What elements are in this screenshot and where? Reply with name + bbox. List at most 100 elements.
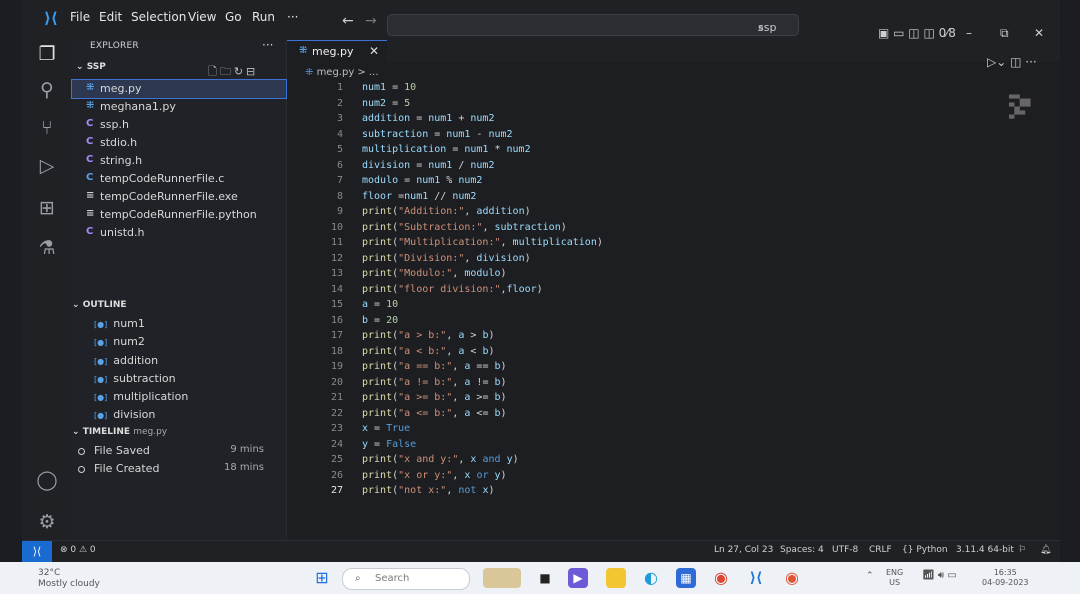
code-line[interactable]: 8 floor =num1 // num2 bbox=[287, 191, 1060, 206]
code-line[interactable]: 26 print("x or y:", x or y) bbox=[287, 470, 1060, 485]
file-unistd-h[interactable]: C unistd.h bbox=[72, 224, 286, 242]
code-line[interactable]: 3 addition = num1 + num2 bbox=[287, 113, 1060, 128]
code-line[interactable]: 17 print("a > b:", a > b) bbox=[287, 330, 1060, 345]
outline-item[interactable]: [●] subtraction bbox=[94, 372, 176, 385]
code-line[interactable]: 25 print("x and y:", x and y) bbox=[287, 454, 1060, 469]
indentation[interactable]: Spaces: 4 bbox=[780, 545, 824, 555]
command-center-search[interactable]: ⌕ ssp bbox=[387, 14, 799, 36]
code-line[interactable]: 16 b = 20 bbox=[287, 315, 1060, 330]
clock[interactable]: 16:35 04-09-2023 bbox=[982, 568, 1029, 588]
code-line[interactable]: 9 print("Addition:", addition) bbox=[287, 206, 1060, 221]
menu-go[interactable]: Go bbox=[225, 10, 242, 24]
menu-view[interactable]: View bbox=[188, 10, 216, 24]
taskbar-search[interactable]: ⌕ Search bbox=[342, 568, 470, 590]
language-indicator[interactable]: ENG US bbox=[886, 568, 903, 588]
file-tempcoderunner-exe[interactable]: ≡ tempCodeRunnerFile.exe bbox=[72, 188, 286, 206]
file-tempcoderunner-c[interactable]: C tempCodeRunnerFile.c bbox=[72, 170, 286, 188]
back-arrow-icon[interactable]: ← bbox=[342, 13, 354, 29]
folder-ssp[interactable]: ⌄ SSP bbox=[76, 62, 106, 72]
code-line[interactable]: 14 print("floor division:",floor) bbox=[287, 284, 1060, 299]
python-interpreter[interactable]: 3.11.4 64-bit bbox=[956, 545, 1014, 555]
file-meg-py[interactable]: ⁜ meg.py bbox=[71, 79, 287, 99]
explorer-icon[interactable]: ❐ bbox=[35, 42, 59, 66]
code-line[interactable]: 22 print("a <= b:", a <= b) bbox=[287, 408, 1060, 423]
cursor-position[interactable]: Ln 27, Col 23 bbox=[714, 545, 773, 555]
outline-item[interactable]: [●] multiplication bbox=[94, 390, 188, 403]
menu-edit[interactable]: Edit bbox=[99, 10, 122, 24]
code-line[interactable]: 27 print("not x:", not x) bbox=[287, 485, 1060, 500]
file-ssp-h[interactable]: C ssp.h bbox=[72, 116, 286, 134]
weather-widget[interactable]: 32°C Mostly cloudy bbox=[38, 568, 100, 590]
outline-item[interactable]: [●] division bbox=[94, 408, 155, 421]
code-line[interactable]: 24 y = False bbox=[287, 439, 1060, 454]
code-line[interactable]: 10 print("Subtraction:", subtraction) bbox=[287, 222, 1060, 237]
file-meghana1-py[interactable]: ⁜ meghana1.py bbox=[72, 98, 286, 116]
language-mode[interactable]: {} Python bbox=[902, 545, 948, 555]
code-line[interactable]: 1 num1 = 10 bbox=[287, 82, 1060, 97]
restore-icon[interactable]: ⧉ bbox=[1000, 26, 1009, 41]
store-icon[interactable]: ▦ bbox=[676, 568, 696, 588]
outline-item[interactable]: [●] addition bbox=[94, 354, 158, 367]
remote-icon[interactable]: ⟩⟨ bbox=[22, 541, 52, 563]
account-icon[interactable]: ◯ bbox=[35, 468, 59, 492]
edge-browser-icon[interactable]: ◐ bbox=[641, 568, 661, 588]
outline-item[interactable]: [●] num2 bbox=[94, 335, 145, 348]
tray-chevron-up-icon[interactable]: ⌃ bbox=[866, 571, 874, 581]
code-line[interactable]: 11 print("Multiplication:", multiplicatio… bbox=[287, 237, 1060, 252]
code-line[interactable]: 7 modulo = num1 % num2 bbox=[287, 175, 1060, 190]
file-explorer-icon[interactable] bbox=[606, 568, 626, 588]
outline-item[interactable]: [●] num1 bbox=[94, 317, 145, 330]
close-window-icon[interactable]: ✕ bbox=[1034, 26, 1044, 40]
code-line[interactable]: 12 print("Division:", division) bbox=[287, 253, 1060, 268]
tab-meg-py[interactable]: ⁜ meg.py ✕ bbox=[287, 40, 387, 63]
code-line[interactable]: 5 multiplication = num1 * num2 bbox=[287, 144, 1060, 159]
timeline-item[interactable]: File Saved 9 mins bbox=[78, 444, 278, 457]
minimize-icon[interactable]: – bbox=[966, 26, 972, 40]
search-view-icon[interactable]: ⚲ bbox=[35, 78, 59, 102]
settings-gear-icon[interactable]: ⚙ bbox=[35, 510, 59, 534]
encoding[interactable]: UTF-8 bbox=[832, 545, 858, 555]
chrome-icon[interactable]: ◉ bbox=[711, 568, 731, 588]
code-line[interactable]: 18 print("a < b:", a < b) bbox=[287, 346, 1060, 361]
layout-toggles-icon[interactable]: ▣ ▭ ◫ ◫ 0⁄8 bbox=[878, 26, 956, 40]
run-split-more-icons[interactable]: ▷⌄ ◫ ··· bbox=[987, 55, 1037, 69]
timeline-section[interactable]: ⌄ TIMELINE meg.py bbox=[72, 427, 167, 437]
code-line[interactable]: 13 print("Modulo:", modulo) bbox=[287, 268, 1060, 283]
menu-selection[interactable]: Selection bbox=[131, 10, 186, 24]
code-line[interactable]: 21 print("a >= b:", a >= b) bbox=[287, 392, 1060, 407]
code-line[interactable]: 4 subtraction = num1 - num2 bbox=[287, 129, 1060, 144]
extensions-icon[interactable]: ⊞ bbox=[35, 196, 59, 220]
problems-indicator[interactable]: ⊗ 0 ⚠ 0 bbox=[60, 545, 96, 555]
task-view-icon[interactable]: ■ bbox=[535, 568, 555, 588]
notifications-bell-icon[interactable]: 🔔︎ bbox=[1040, 545, 1051, 555]
menu-run[interactable]: Run bbox=[252, 10, 275, 24]
timeline-item[interactable]: File Created 18 mins bbox=[78, 462, 278, 475]
file-stdio-h[interactable]: C stdio.h bbox=[72, 134, 286, 152]
close-tab-icon[interactable]: ✕ bbox=[369, 44, 379, 58]
teams-chat-icon[interactable]: ▶ bbox=[568, 568, 588, 588]
end-of-line[interactable]: CRLF bbox=[869, 545, 892, 555]
vscode-taskbar-icon[interactable]: ⟩⟨ bbox=[746, 568, 766, 588]
explorer-more-icon[interactable]: ··· bbox=[262, 38, 273, 52]
code-line[interactable]: 15 a = 10 bbox=[287, 299, 1060, 314]
code-line[interactable]: 20 print("a != b:", a != b) bbox=[287, 377, 1060, 392]
chrome-user-icon[interactable]: ◉ bbox=[782, 568, 802, 588]
code-line[interactable]: 2 num2 = 5 bbox=[287, 98, 1060, 113]
file-string-h[interactable]: C string.h bbox=[72, 152, 286, 170]
menu-file[interactable]: File bbox=[70, 10, 90, 24]
forward-arrow-icon[interactable]: → bbox=[365, 13, 377, 29]
menu-more[interactable]: ··· bbox=[287, 10, 298, 24]
code-line[interactable]: 23 x = True bbox=[287, 423, 1060, 438]
taskbar-widget-image-icon[interactable] bbox=[483, 568, 521, 588]
source-control-icon[interactable]: ⑂ bbox=[35, 116, 59, 140]
wifi-sound-battery-icons[interactable]: 📶︎ 🔊︎ ▭ bbox=[922, 571, 957, 581]
windows-start-icon[interactable]: ⊞ bbox=[312, 568, 332, 588]
testing-icon[interactable]: ⚗ bbox=[35, 236, 59, 260]
feedback-icon[interactable]: ⚐ bbox=[1018, 545, 1026, 555]
file-tempcoderunner-python[interactable]: ≡ tempCodeRunnerFile.python bbox=[72, 206, 286, 224]
breadcrumb[interactable]: ⁜ meg.py > ... bbox=[305, 67, 379, 78]
code-line[interactable]: 19 print("a == b:", a == b) bbox=[287, 361, 1060, 376]
run-debug-icon[interactable]: ▷ bbox=[35, 154, 59, 178]
outline-section[interactable]: ⌄ OUTLINE bbox=[72, 300, 127, 310]
code-line[interactable]: 6 division = num1 / num2 bbox=[287, 160, 1060, 175]
